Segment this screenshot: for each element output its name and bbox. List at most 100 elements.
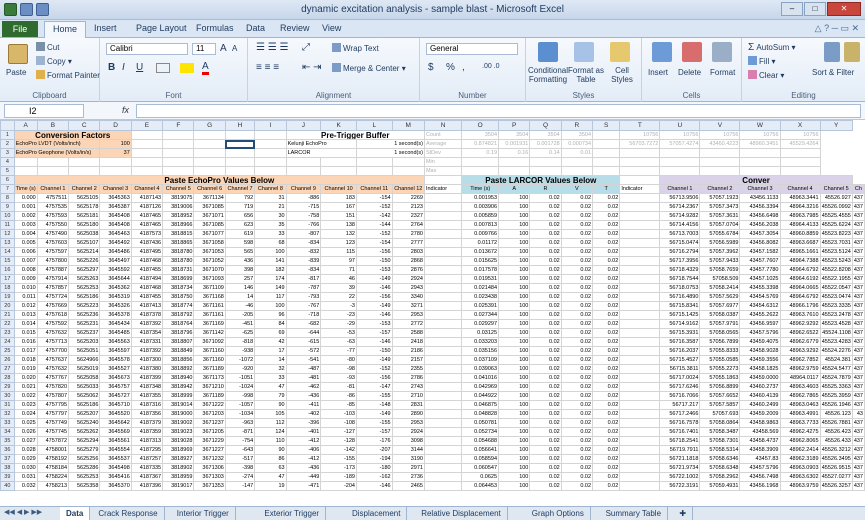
data-cell[interactable]: 3671058 xyxy=(193,238,226,248)
data-cell[interactable]: 4758001 xyxy=(36,445,70,455)
data-cell[interactable]: 3645592 xyxy=(99,265,132,275)
data-cell[interactable]: 0.030 xyxy=(13,463,38,473)
row-header[interactable]: 1 xyxy=(0,130,15,140)
data-cell[interactable]: 100 xyxy=(254,247,287,257)
data-cell[interactable]: 0.019 xyxy=(13,364,38,374)
row-header[interactable]: 15 xyxy=(0,256,15,266)
data-cell[interactable]: 2831 xyxy=(391,400,425,410)
data-cell[interactable]: 2123 xyxy=(391,202,425,212)
data-cell[interactable]: 5625297 xyxy=(68,265,101,275)
data-cell[interactable]: 3645520 xyxy=(99,409,132,419)
column-header-f[interactable]: F xyxy=(162,120,195,131)
data-cell[interactable]: -998 xyxy=(224,391,256,401)
data-cell[interactable]: 45526.927 xyxy=(819,193,853,203)
indicator-cell[interactable] xyxy=(619,283,661,293)
data-cell[interactable]: 100 xyxy=(498,202,531,212)
stat-value[interactable]: 3504 xyxy=(529,130,562,140)
data-cell[interactable]: -155 xyxy=(320,454,357,464)
data-cell[interactable]: -615 xyxy=(285,337,322,347)
data-cell[interactable]: 565 xyxy=(224,247,256,257)
data-cell[interactable]: 45523.2478 xyxy=(819,310,853,320)
data-cell[interactable]: 2764 xyxy=(391,220,425,230)
data-cell[interactable]: 45525.6224 xyxy=(819,220,853,230)
data-cell[interactable]: -154 xyxy=(355,238,393,248)
data-cell[interactable]: 3818780 xyxy=(162,256,195,266)
data-cell[interactable]: 4187380 xyxy=(130,364,164,374)
data-cell[interactable]: 4757669 xyxy=(36,301,70,311)
row-header[interactable]: 7 xyxy=(0,184,15,194)
data-cell[interactable]: 2355 xyxy=(391,364,425,374)
data-cell[interactable]: 57055.2273 xyxy=(699,364,741,374)
data-cell[interactable]: 0.02 xyxy=(592,310,621,320)
data-cell[interactable]: 4187468 xyxy=(130,256,164,266)
cell[interactable] xyxy=(99,157,132,167)
data-cell[interactable]: 4187455 xyxy=(130,265,164,275)
font-size-select[interactable]: 11 xyxy=(192,43,216,55)
data-cell[interactable]: 0.026 xyxy=(13,427,38,437)
cell[interactable] xyxy=(254,130,287,140)
data-cell[interactable]: 0.058594 xyxy=(461,454,500,464)
data-cell[interactable]: 57058.0864 xyxy=(699,418,741,428)
data-cell[interactable]: 3645416 xyxy=(99,472,132,482)
data-cell[interactable]: 0.02 xyxy=(592,319,621,329)
data-cell[interactable]: -274 xyxy=(224,472,256,482)
data-cell[interactable]: 4757914 xyxy=(36,274,70,284)
data-cell[interactable]: 3671205 xyxy=(193,427,226,437)
data-cell[interactable]: 4187465 xyxy=(130,220,164,230)
data-cell[interactable]: 0.02 xyxy=(592,454,621,464)
data-cell[interactable]: 4187313 xyxy=(130,436,164,446)
data-cell[interactable]: 3671227 xyxy=(193,445,226,455)
data-cell[interactable]: 0.02 xyxy=(529,229,562,239)
data-cell[interactable]: 4187348 xyxy=(130,382,164,392)
data-cell[interactable]: 4757767 xyxy=(36,373,70,383)
data-cell[interactable]: 5625062 xyxy=(68,391,101,401)
data-cell[interactable]: 4187468 xyxy=(130,283,164,293)
data-cell[interactable]: 56719.7911 xyxy=(659,445,701,455)
row-header[interactable]: 17 xyxy=(0,274,15,284)
data-cell[interactable]: 0.008 xyxy=(13,265,38,275)
data-cell[interactable]: -871 xyxy=(224,427,256,437)
stat-value[interactable]: 10756 xyxy=(699,130,741,140)
data-cell[interactable]: 437 xyxy=(851,445,865,455)
data-cell[interactable]: 56713.7003 xyxy=(659,229,701,239)
data-cell[interactable]: 5625178 xyxy=(68,202,101,212)
data-cell[interactable]: 56714.4156 xyxy=(659,220,701,230)
data-cell[interactable]: 45523.5243 xyxy=(819,256,853,266)
cell[interactable] xyxy=(592,139,621,149)
data-cell[interactable]: 43456.6498 xyxy=(739,211,781,221)
data-cell[interactable]: 5625286 xyxy=(68,463,101,473)
row-header[interactable]: 16 xyxy=(0,265,15,275)
stat-value[interactable]: 3504 xyxy=(498,130,531,140)
data-cell[interactable]: 3818959 xyxy=(162,472,195,482)
indicator-cell[interactable] xyxy=(423,265,463,275)
data-cell[interactable]: -406 xyxy=(285,445,322,455)
indicator-cell[interactable] xyxy=(423,355,463,365)
cell[interactable] xyxy=(36,166,70,176)
data-cell[interactable]: 4187356 xyxy=(130,409,164,419)
data-cell[interactable]: 0.02 xyxy=(560,256,594,266)
data-cell[interactable]: 57058.3487 xyxy=(699,427,741,437)
data-cell[interactable]: 43456.1133 xyxy=(739,193,781,203)
data-cell[interactable]: 3671189 xyxy=(193,391,226,401)
data-cell[interactable]: 3645408 xyxy=(99,211,132,221)
data-cell[interactable]: -93 xyxy=(320,373,357,383)
data-cell[interactable]: 56718.4329 xyxy=(659,265,701,275)
data-cell[interactable]: 3819075 xyxy=(162,193,195,203)
data-cell[interactable]: 0.014 xyxy=(13,319,38,329)
data-cell[interactable]: 437 xyxy=(851,373,865,383)
data-cell[interactable]: 437 xyxy=(851,265,865,275)
data-cell[interactable]: 0.010 xyxy=(13,283,38,293)
data-cell[interactable]: -81 xyxy=(320,382,357,392)
data-cell[interactable]: 4757745 xyxy=(36,427,70,437)
data-cell[interactable]: 0.02 xyxy=(560,481,594,491)
data-cell[interactable]: 3818750 xyxy=(162,292,195,302)
data-cell[interactable]: 437 xyxy=(851,328,865,338)
data-cell[interactable]: 4187494 xyxy=(130,274,164,284)
data-cell[interactable]: 56721.9734 xyxy=(659,463,701,473)
cell[interactable] xyxy=(355,166,393,176)
cell[interactable] xyxy=(779,148,821,158)
cell[interactable] xyxy=(739,157,781,167)
data-cell[interactable]: 3818780 xyxy=(162,247,195,257)
data-cell[interactable]: -1051 xyxy=(224,373,256,383)
indicator-cell[interactable] xyxy=(423,202,463,212)
